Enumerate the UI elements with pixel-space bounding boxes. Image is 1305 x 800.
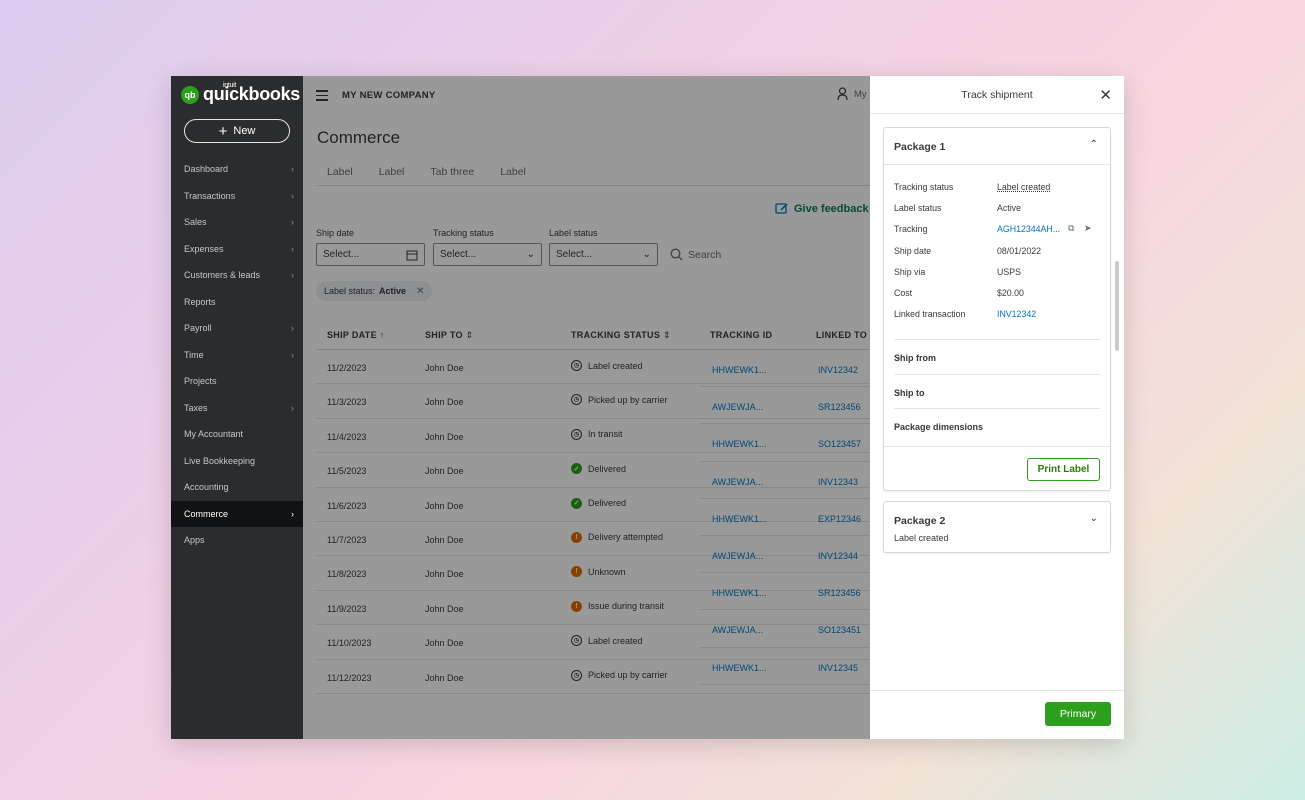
sidebar-nav: Dashboard › Transactions › Sales › Expenses › Cu…: [171, 156, 303, 554]
sidebar-item-label: Projects: [184, 376, 217, 387]
sidebar-item-taxes[interactable]: Taxes ›: [171, 395, 303, 422]
sidebar-item-transactions[interactable]: Transactions ›: [171, 183, 303, 210]
detail-value[interactable]: AGH12344AH...: [997, 224, 1060, 234]
chevron-right-icon: ›: [291, 190, 294, 201]
detail-key: Ship date: [894, 245, 932, 256]
detail-value[interactable]: INV12342: [997, 309, 1036, 319]
print-label-button[interactable]: Print Label: [1027, 458, 1100, 481]
chevron-down-icon: ⌄: [894, 385, 902, 396]
sidebar-item-label: Time: [184, 349, 204, 360]
chevron-right-icon: ›: [291, 323, 294, 334]
detail-value[interactable]: Label created: [997, 182, 1050, 192]
intuit-label: intuit: [223, 82, 236, 89]
sidebar-item-expenses[interactable]: Expenses ›: [171, 236, 303, 263]
sidebar-item-commerce[interactable]: Commerce ›: [171, 500, 303, 527]
sidebar-item-time[interactable]: Time ›: [171, 342, 303, 369]
sidebar-item-accounting[interactable]: Accounting: [171, 474, 303, 501]
sidebar-item-projects[interactable]: Projects: [171, 368, 303, 395]
package-1-card: Package 1 ⌃ Tracking status Label created…: [883, 127, 1111, 491]
chevron-up-icon: ⌃: [1089, 139, 1098, 150]
sidebar-item-label: Transactions: [184, 190, 236, 201]
sidebar-item-label: Commerce: [184, 508, 229, 519]
send-icon[interactable]: ➤: [1084, 223, 1092, 234]
new-button-label: New: [233, 125, 256, 137]
sidebar-item-payroll[interactable]: Payroll ›: [171, 315, 303, 342]
print-area: Print Label: [884, 446, 1110, 492]
chevron-down-icon: ⌄: [894, 351, 902, 361]
package-2-subtitle: Label created: [894, 533, 949, 543]
sidebar-item-label: Live Bookkeeping: [184, 455, 256, 466]
chevron-right-icon: ›: [291, 270, 294, 281]
sidebar: qb intuit quickbooks + New Dashboard › Tra…: [171, 76, 303, 739]
section-ship-from[interactable]: Ship from ⌄: [894, 339, 1100, 373]
sidebar-item-label: Reports: [184, 296, 216, 307]
sidebar-item-label: Customers & leads: [184, 270, 261, 281]
detail-key: Tracking status: [894, 182, 954, 192]
sidebar-item-label: Payroll: [184, 323, 212, 334]
sidebar-item-apps[interactable]: Apps: [171, 527, 303, 554]
detail-value: Active: [997, 203, 1021, 214]
drawer-title: Track shipment: [961, 89, 1033, 101]
sidebar-item-label: Apps: [184, 535, 205, 546]
chevron-right-icon: ›: [291, 217, 294, 228]
chevron-right-icon: ›: [291, 402, 294, 413]
quickbooks-label: quickbooks: [203, 84, 301, 104]
detail-value: USPS: [997, 266, 1021, 277]
chevron-right-icon: ›: [291, 508, 294, 519]
chevron-right-icon: ›: [291, 349, 294, 360]
sidebar-item-label: Accounting: [184, 482, 229, 493]
track-shipment-drawer: Track shipment ✕ Package 1 ⌃ Tracking st…: [870, 76, 1124, 739]
sidebar-item-customers-leads[interactable]: Customers & leads ›: [171, 262, 303, 289]
app-window: qb intuit quickbooks + New Dashboard › Tra…: [171, 76, 1124, 739]
detail-key: Cost: [894, 288, 913, 298]
copy-icon[interactable]: ⧉: [1068, 223, 1074, 234]
new-button[interactable]: + New: [184, 119, 290, 143]
detail-key: Label status: [894, 203, 942, 214]
chevron-right-icon: ›: [291, 164, 294, 175]
package-1-header[interactable]: Package 1 ⌃: [884, 128, 1110, 165]
sidebar-item-label: Expenses: [184, 243, 224, 254]
package-1-title: Package 1: [894, 141, 946, 153]
detail-value: 08/01/2022: [997, 245, 1042, 256]
detail-key: Ship via: [894, 266, 926, 277]
chevron-right-icon: ›: [291, 243, 294, 254]
sidebar-item-label: My Accountant: [184, 429, 244, 440]
detail-value: $20.00: [997, 288, 1024, 298]
close-icon[interactable]: ✕: [1099, 86, 1112, 104]
plus-icon: +: [218, 122, 228, 140]
primary-button[interactable]: Primary: [1045, 702, 1111, 726]
drawer-footer: Primary: [870, 690, 1124, 739]
detail-key: Tracking: [894, 224, 928, 235]
drawer-header: Track shipment ✕: [870, 76, 1124, 114]
sidebar-item-label: Dashboard: [184, 164, 229, 175]
package-2-card[interactable]: Package 2 ⌄ Label created: [883, 501, 1111, 553]
chevron-down-icon: ⌄: [1089, 513, 1098, 524]
sidebar-item-sales[interactable]: Sales ›: [171, 209, 303, 236]
drawer-scrollbar[interactable]: [1115, 261, 1119, 351]
sidebar-item-my-accountant[interactable]: My Accountant: [171, 421, 303, 448]
quickbooks-logo[interactable]: qb intuit quickbooks: [181, 82, 301, 105]
qb-logo-icon: qb: [181, 85, 199, 104]
sidebar-item-reports[interactable]: Reports: [171, 289, 303, 316]
sidebar-item-label: Sales: [184, 217, 207, 228]
brand-name: intuit quickbooks: [203, 82, 301, 105]
sidebar-item-dashboard[interactable]: Dashboard ›: [171, 156, 303, 183]
sidebar-item-live-bookkeeping[interactable]: Live Bookkeeping: [171, 448, 303, 475]
sidebar-item-label: Taxes: [184, 402, 208, 413]
chevron-down-icon: ⌄: [894, 420, 902, 430]
detail-key: Linked transaction: [894, 309, 966, 320]
package-2-title: Package 2: [894, 515, 946, 527]
section-ship-to[interactable]: Ship to ⌄: [894, 373, 1100, 408]
section-package-dimensions[interactable]: Package dimensions ⌄: [894, 408, 1100, 442]
